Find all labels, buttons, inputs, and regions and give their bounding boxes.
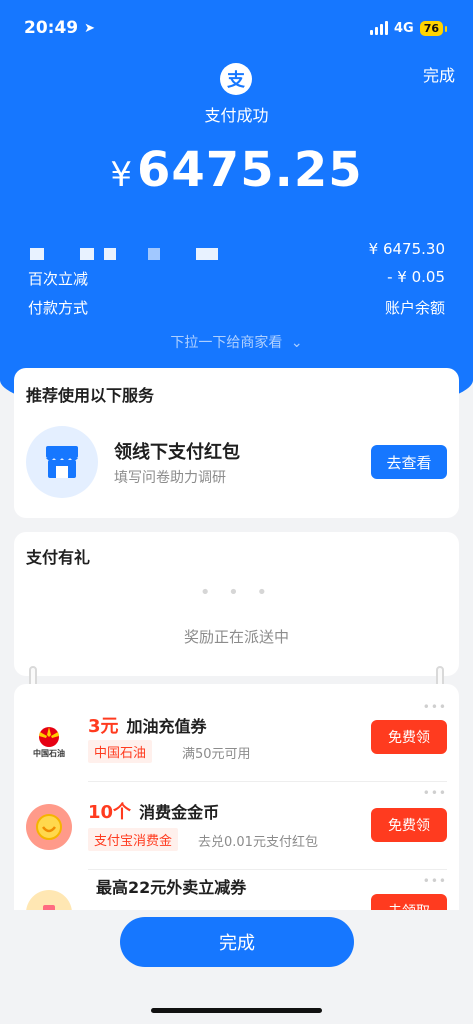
payment-status: 支付成功 [204, 106, 269, 125]
offer-item[interactable]: ••• 10个 消费金金币 支付宝消费金 去兑0.01元支付红包 免费领 [14, 784, 459, 872]
recommend-title: 推荐使用以下服务 [26, 386, 155, 405]
loading-text: 奖励正在派送中 [183, 628, 289, 646]
divider [88, 781, 447, 782]
payment-method-value: 账户余额 [384, 299, 445, 317]
pull-hint[interactable]: 下拉一下给商家看 ⌄ [0, 332, 473, 352]
battery-icon: 76 [419, 20, 448, 36]
offer-tag: 支付宝消费金 [88, 828, 179, 851]
offer-highlight: 3元 [88, 716, 119, 737]
done-button[interactable]: 完成 [120, 917, 354, 967]
payment-amount: ¥6475.25 [0, 142, 473, 198]
offer-title: 10个 消费金金币 [88, 798, 219, 824]
network-type: 4G [393, 20, 414, 36]
petrochina-logo-text: 中国石油 [33, 748, 65, 758]
more-options-icon[interactable]: ••• [423, 700, 447, 714]
offer-name: 消费金金币 [139, 803, 220, 822]
chevron-down-icon: ⌄ [290, 335, 303, 351]
shop-icon [26, 426, 98, 498]
loading-dots-icon: • • • [199, 582, 274, 603]
status-time: 20:49 [24, 18, 79, 38]
original-amount: ¥ 6475.30 [368, 240, 445, 258]
view-button[interactable]: 去查看 [371, 445, 447, 479]
offer-tag: 中国石油 [88, 740, 153, 763]
petrochina-logo-icon: 中国石油 [26, 718, 72, 764]
amount-value: 6475.25 [137, 142, 363, 198]
currency-symbol: ¥ [110, 155, 133, 195]
offer-title: 最高22元外卖立减券 [88, 874, 246, 898]
location-arrow-icon: ➤ [84, 20, 96, 36]
offer-name: 加油充值券 [126, 717, 207, 736]
pull-hint-text: 下拉一下给商家看 [170, 335, 283, 351]
more-options-icon[interactable]: ••• [423, 874, 447, 888]
divider [88, 869, 447, 870]
discount-row: 百次立减 - ¥ 0.05 [28, 268, 445, 289]
claim-free-button[interactable]: 免费领 [371, 720, 447, 754]
status-left: 20:49 ➤ [24, 18, 95, 38]
recommend-card: 推荐使用以下服务 领线下支付红包 填写问卷助力调研 去查看 [14, 368, 459, 518]
claim-free-button[interactable]: 免费领 [371, 808, 447, 842]
status-bar: 20:49 ➤ 4G 76 [0, 0, 473, 56]
gift-title: 支付有礼 [26, 548, 91, 567]
offer-desc: 满50元可用 [182, 747, 251, 762]
recommend-item-title: 领线下支付红包 [114, 442, 240, 463]
offer-highlight: 10个 [88, 802, 132, 823]
more-options-icon[interactable]: ••• [423, 786, 447, 800]
cellular-signal-icon [369, 21, 388, 35]
offer-title: 3元 加油充值券 [88, 712, 207, 738]
discount-value: - ¥ 0.05 [387, 268, 445, 286]
status-right: 4G 76 [369, 20, 448, 36]
offer-item[interactable]: ••• 中国石油 3元 加油充值券 中国石油 满50元可用 免费领 [14, 696, 459, 784]
gold-coin-icon [26, 804, 72, 850]
alipay-logo-icon: 支 [220, 63, 252, 95]
payment-method-row: 付款方式 账户余额 [28, 297, 445, 318]
home-indicator [151, 1008, 322, 1013]
original-amount-row: ¥ 6475.30 [28, 240, 445, 258]
gift-card: 支付有礼 • • • 奖励正在派送中 [14, 532, 459, 676]
payment-method-label: 付款方式 [28, 299, 89, 317]
discount-label: 百次立减 [28, 270, 89, 288]
offers-card: ••• 中国石油 3元加油充值券 中国石油 满50元可用 免费领 ••• 10 [14, 684, 459, 944]
done-top-button[interactable]: 完成 [423, 62, 455, 86]
offer-desc: 去兑0.01元支付红包 [198, 835, 318, 850]
offer-name: 最高22元外卖立减券 [96, 878, 247, 897]
recommend-item-subtitle: 填写问卷助力调研 [114, 470, 226, 486]
